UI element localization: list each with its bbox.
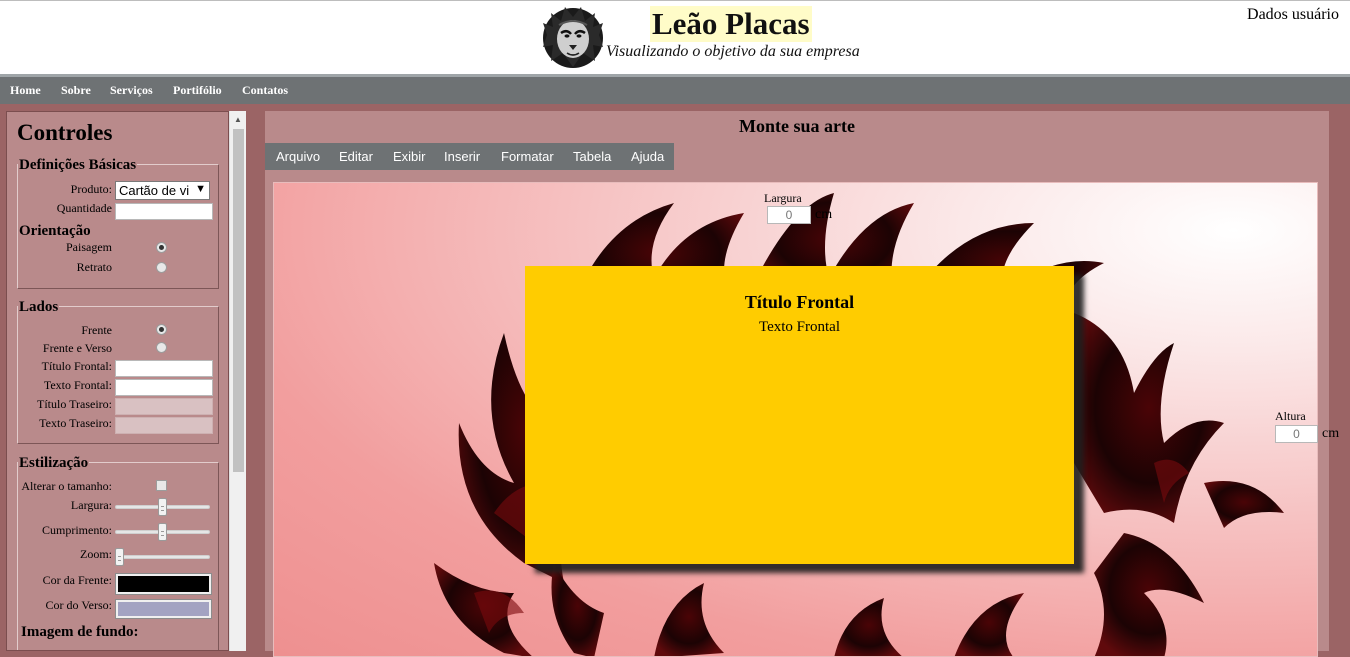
controls-title: Controles xyxy=(17,120,113,145)
front-text-label: Texto Frontal: xyxy=(43,378,112,392)
main-nav: Home Sobre Serviços Portifólio Contatos xyxy=(0,74,1350,104)
menu-format[interactable]: Formatar xyxy=(501,149,554,164)
resize-label: Alterar o tamanho: xyxy=(21,479,112,493)
quantity-label: Quantidade xyxy=(56,201,112,215)
styling-legend: Estilização xyxy=(18,455,90,471)
scroll-up-arrow-icon[interactable]: ▲ xyxy=(234,115,242,124)
basic-settings-legend: Definições Básicas xyxy=(18,157,138,173)
length-slider-label: Cumprimento: xyxy=(42,523,112,537)
width-slider-label: Largura: xyxy=(70,498,112,512)
site-subtitle: Visualizando o objetivo da sua empresa xyxy=(606,43,860,60)
menu-help[interactable]: Ajuda xyxy=(631,149,664,164)
user-data-link[interactable]: Dados usuário xyxy=(1247,6,1339,24)
front-back-radio[interactable] xyxy=(156,342,167,353)
menu-edit[interactable]: Editar xyxy=(339,149,373,164)
sides-legend: Lados xyxy=(18,299,60,315)
width-dimension-input[interactable]: 0 xyxy=(767,206,811,224)
front-title-label: Título Frontal: xyxy=(41,359,112,373)
back-title-label: Título Traseiro: xyxy=(36,397,112,411)
card-preview[interactable]: Título Frontal Texto Frontal xyxy=(525,266,1074,564)
site-title: Leão Placas xyxy=(650,6,812,42)
product-select[interactable]: Cartão de vi ▼ xyxy=(115,181,210,200)
orientation-title: Orientação xyxy=(18,223,92,239)
front-label: Frente xyxy=(81,323,112,337)
card-front-title: Título Frontal xyxy=(744,292,855,312)
zoom-slider-handle[interactable] xyxy=(115,548,124,566)
chevron-down-icon: ▼ xyxy=(195,183,206,195)
site-header: Leão Placas Visualizando o objetivo da s… xyxy=(0,0,1350,74)
back-color-label: Cor do Verso: xyxy=(45,598,112,612)
nav-about[interactable]: Sobre xyxy=(61,83,91,98)
back-title-input[interactable] xyxy=(115,398,213,415)
quantity-input[interactable] xyxy=(115,203,213,220)
resize-checkbox[interactable] xyxy=(156,480,167,491)
width-dimension-label: Largura xyxy=(764,191,802,205)
portrait-radio[interactable] xyxy=(156,262,167,273)
height-dimension-label: Altura xyxy=(1275,409,1306,423)
background-image-label: Imagem de fundo: xyxy=(20,624,140,640)
card-front-text: Texto Frontal xyxy=(758,319,841,335)
lion-logo-icon xyxy=(543,7,603,68)
zoom-slider-label: Zoom: xyxy=(80,547,112,561)
sidebar-scrollbar[interactable]: ▲ xyxy=(229,111,246,651)
landscape-radio[interactable] xyxy=(156,242,167,253)
front-color-label: Cor da Frente: xyxy=(42,573,112,587)
length-slider-handle[interactable] xyxy=(158,523,167,541)
front-text-input[interactable] xyxy=(115,379,213,396)
front-radio[interactable] xyxy=(156,324,167,335)
nav-portfolio[interactable]: Portifólio xyxy=(173,83,222,98)
menu-view[interactable]: Exibir xyxy=(393,149,426,164)
landscape-label: Paisagem xyxy=(66,240,112,254)
nav-home[interactable]: Home xyxy=(10,83,41,98)
portrait-label: Retrato xyxy=(76,260,112,274)
width-unit-label: cm xyxy=(815,207,833,222)
menu-table[interactable]: Tabela xyxy=(573,149,611,164)
nav-services[interactable]: Serviços xyxy=(110,83,153,98)
controls-sidebar: Controles Definições Básicas Produto: Ca… xyxy=(6,111,229,651)
height-unit-label: cm xyxy=(1322,426,1340,441)
back-text-input[interactable] xyxy=(115,417,213,434)
nav-contacts[interactable]: Contatos xyxy=(242,83,288,98)
editor-menubar: Arquivo Editar Exibir Inserir Formatar T… xyxy=(265,143,674,170)
product-select-value: Cartão de vi xyxy=(119,183,190,198)
product-label: Produto: xyxy=(70,182,112,196)
zoom-slider-track[interactable] xyxy=(115,555,210,559)
front-color-picker[interactable] xyxy=(115,573,212,595)
front-title-input[interactable] xyxy=(115,360,213,377)
height-dimension-input[interactable]: 0 xyxy=(1275,425,1318,443)
menu-insert[interactable]: Inserir xyxy=(444,149,480,164)
front-back-label: Frente e Verso xyxy=(42,341,112,355)
back-text-label: Texto Traseiro: xyxy=(39,416,112,430)
sidebar-scroll-thumb[interactable] xyxy=(233,129,244,472)
back-color-picker[interactable] xyxy=(115,599,212,619)
width-slider-handle[interactable] xyxy=(158,498,167,516)
editor-title: Monte sua arte xyxy=(739,116,855,136)
menu-file[interactable]: Arquivo xyxy=(276,149,320,164)
